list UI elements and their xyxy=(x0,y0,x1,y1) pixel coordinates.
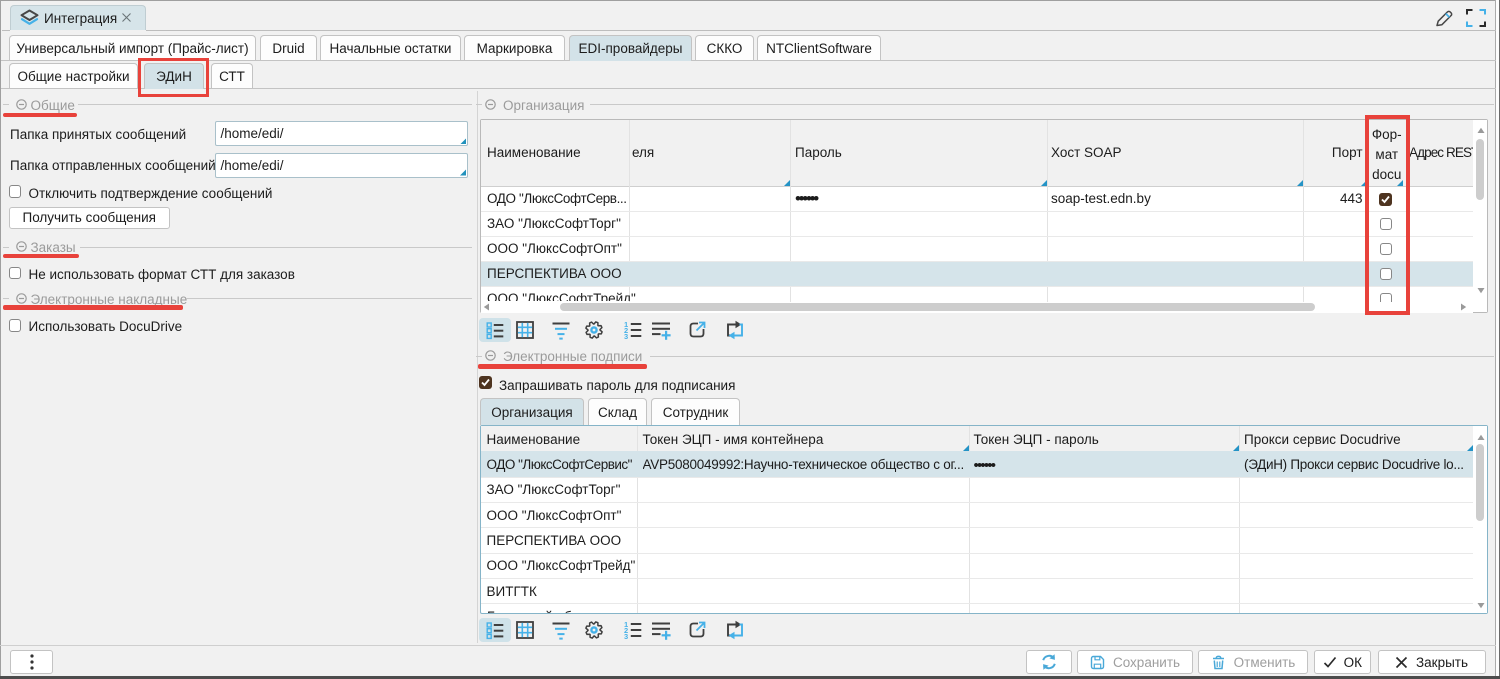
svg-text:3: 3 xyxy=(624,332,628,341)
svg-text:3: 3 xyxy=(624,632,628,641)
